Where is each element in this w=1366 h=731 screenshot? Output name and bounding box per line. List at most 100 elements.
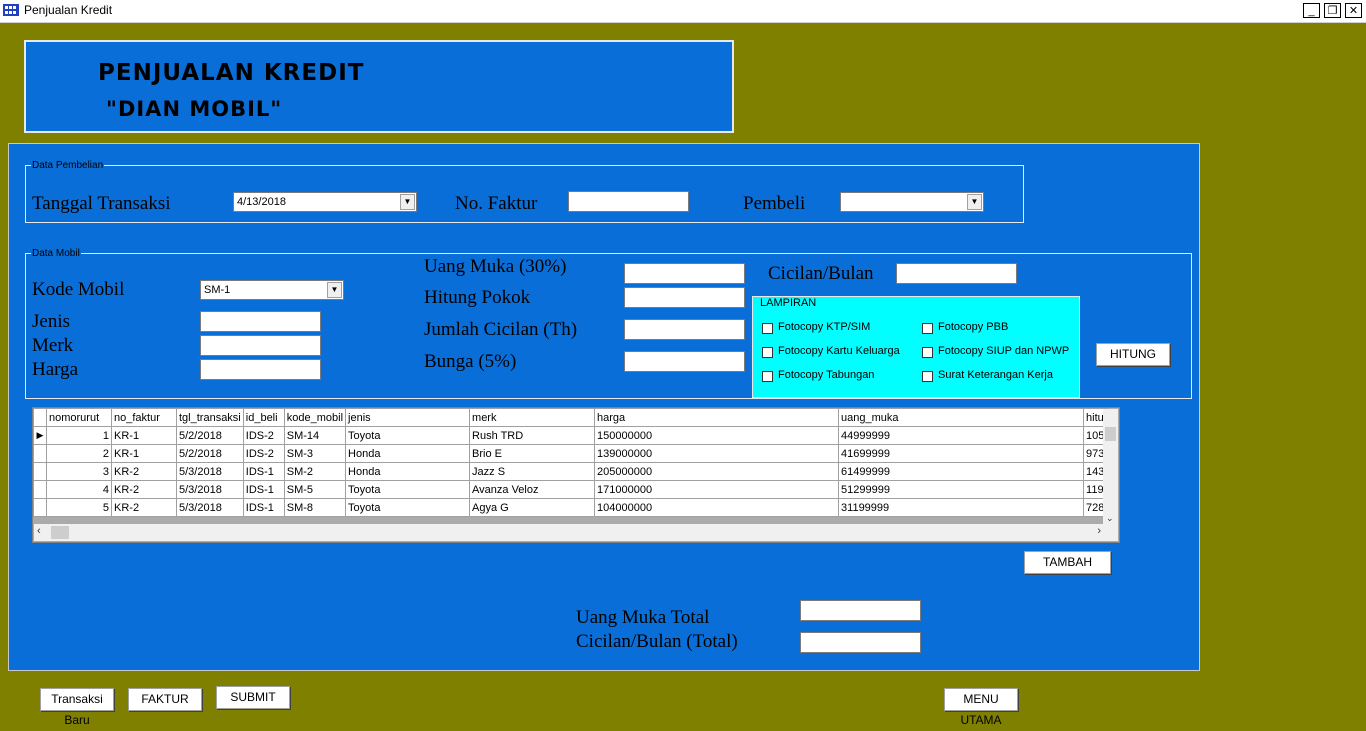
table-cell[interactable]: Toyota bbox=[345, 480, 471, 499]
chevron-down-icon[interactable]: ▼ bbox=[400, 194, 415, 210]
checkbox-ktp-sim[interactable] bbox=[762, 323, 773, 334]
faktur-button[interactable]: FAKTUR bbox=[128, 688, 202, 711]
chevron-down-icon[interactable]: ▼ bbox=[967, 194, 982, 210]
column-header[interactable]: kode_mobil bbox=[283, 408, 347, 427]
bunga-field[interactable] bbox=[624, 351, 745, 372]
checkbox-pbb[interactable] bbox=[922, 323, 933, 334]
checkbox-surat-keterangan-kerja[interactable] bbox=[922, 371, 933, 382]
transaksi-baru-button[interactable]: Transaksi Baru bbox=[40, 688, 114, 727]
table-cell[interactable]: 150000000 bbox=[594, 426, 840, 445]
table-cell[interactable]: Jazz S bbox=[469, 462, 596, 481]
restore-button[interactable]: ❐ bbox=[1324, 3, 1341, 18]
table-cell[interactable]: Avanza Veloz bbox=[469, 480, 596, 499]
kode-mobil-select[interactable]: SM-1 ▼ bbox=[200, 280, 344, 300]
table-cell[interactable]: IDS-1 bbox=[242, 462, 285, 481]
table-cell[interactable]: 5/3/2018 bbox=[176, 462, 244, 481]
checkbox-kartu-keluarga[interactable] bbox=[762, 347, 773, 358]
table-row[interactable]: ▶ 1 KR-1 5/2/2018 IDS-2 SM-14 Toyota Rus… bbox=[33, 426, 1109, 445]
table-cell[interactable]: KR-2 bbox=[111, 480, 177, 499]
close-button[interactable]: ✕ bbox=[1345, 3, 1362, 18]
table-cell[interactable]: IDS-2 bbox=[242, 444, 285, 463]
table-cell[interactable]: 5 bbox=[46, 498, 112, 517]
table-cell[interactable]: 61499999 bbox=[838, 462, 1085, 481]
checkbox-tabungan[interactable] bbox=[762, 371, 773, 382]
chevron-down-icon[interactable]: ⌄ bbox=[1106, 513, 1114, 524]
table-cell[interactable]: 104000000 bbox=[594, 498, 840, 517]
merk-field[interactable] bbox=[200, 335, 321, 356]
row-selector[interactable] bbox=[33, 498, 47, 517]
vertical-scrollbar[interactable]: ⌄ bbox=[1103, 409, 1118, 526]
table-cell[interactable]: Toyota bbox=[345, 498, 471, 517]
table-cell[interactable]: Honda bbox=[345, 462, 471, 481]
table-cell[interactable]: IDS-1 bbox=[242, 480, 285, 499]
table-cell[interactable]: Brio E bbox=[469, 444, 596, 463]
table-cell[interactable]: Agya G bbox=[469, 498, 596, 517]
table-cell[interactable]: SM-2 bbox=[283, 462, 347, 481]
table-row[interactable]: 2 KR-1 5/2/2018 IDS-2 SM-3 Honda Brio E … bbox=[33, 444, 1109, 463]
column-header[interactable]: nomorurut bbox=[46, 408, 112, 427]
table-cell[interactable]: SM-3 bbox=[283, 444, 347, 463]
table-cell[interactable]: 31199999 bbox=[838, 498, 1085, 517]
column-header[interactable]: harga bbox=[594, 408, 840, 427]
table-cell[interactable]: Toyota bbox=[345, 426, 471, 445]
table-cell[interactable]: 2 bbox=[46, 444, 112, 463]
chevron-down-icon[interactable]: ▼ bbox=[327, 282, 342, 298]
table-cell[interactable]: SM-14 bbox=[283, 426, 347, 445]
column-header[interactable]: tgl_transaksi bbox=[176, 408, 244, 427]
table-cell[interactable]: 5/3/2018 bbox=[176, 480, 244, 499]
table-cell[interactable]: 5/2/2018 bbox=[176, 444, 244, 463]
table-cell[interactable]: 5/2/2018 bbox=[176, 426, 244, 445]
chevron-right-icon[interactable]: › bbox=[1097, 525, 1101, 537]
data-grid[interactable]: nomorurut no_faktur tgl_transaksi id_bel… bbox=[32, 407, 1120, 543]
vertical-scroll-thumb[interactable] bbox=[1105, 427, 1116, 441]
jenis-field[interactable] bbox=[200, 311, 321, 332]
uang-muka-field[interactable] bbox=[624, 263, 745, 284]
table-cell[interactable]: 3 bbox=[46, 462, 112, 481]
tambah-button[interactable]: TAMBAH bbox=[1024, 551, 1111, 574]
cicilan-total-field[interactable] bbox=[800, 632, 921, 653]
hitung-button[interactable]: HITUNG bbox=[1096, 343, 1170, 366]
table-cell[interactable]: 1 bbox=[46, 426, 112, 445]
row-selector[interactable] bbox=[33, 480, 47, 499]
table-cell[interactable]: SM-5 bbox=[283, 480, 347, 499]
table-cell[interactable]: KR-1 bbox=[111, 444, 177, 463]
table-cell[interactable]: 171000000 bbox=[594, 480, 840, 499]
table-cell[interactable]: KR-2 bbox=[111, 498, 177, 517]
column-header[interactable]: jenis bbox=[345, 408, 471, 427]
table-cell[interactable]: Rush TRD bbox=[469, 426, 596, 445]
jumlah-cicilan-field[interactable] bbox=[624, 319, 745, 340]
uang-muka-total-field[interactable] bbox=[800, 600, 921, 621]
row-selector[interactable] bbox=[33, 462, 47, 481]
table-row[interactable]: 3 KR-2 5/3/2018 IDS-1 SM-2 Honda Jazz S … bbox=[33, 462, 1109, 481]
table-cell[interactable]: SM-8 bbox=[283, 498, 347, 517]
horizontal-scrollbar[interactable]: ‹ › bbox=[34, 524, 1104, 541]
pembeli-select[interactable]: ▼ bbox=[840, 192, 984, 212]
table-cell[interactable]: Honda bbox=[345, 444, 471, 463]
horizontal-scroll-thumb[interactable] bbox=[51, 526, 69, 539]
table-cell[interactable]: 205000000 bbox=[594, 462, 840, 481]
table-row[interactable]: 4 KR-2 5/3/2018 IDS-1 SM-5 Toyota Avanza… bbox=[33, 480, 1109, 499]
table-cell[interactable]: IDS-1 bbox=[242, 498, 285, 517]
table-cell[interactable]: 139000000 bbox=[594, 444, 840, 463]
no-faktur-field[interactable] bbox=[568, 191, 689, 212]
row-selector[interactable] bbox=[33, 444, 47, 463]
hitung-pokok-field[interactable] bbox=[624, 287, 745, 308]
table-cell[interactable]: KR-2 bbox=[111, 462, 177, 481]
table-cell[interactable]: 44999999 bbox=[838, 426, 1085, 445]
checkbox-siup-npwp[interactable] bbox=[922, 347, 933, 358]
table-cell[interactable]: IDS-2 bbox=[242, 426, 285, 445]
tanggal-transaksi-picker[interactable]: 4/13/2018 ▼ bbox=[233, 192, 417, 212]
column-header[interactable]: id_beli bbox=[242, 408, 285, 427]
table-cell[interactable]: 51299999 bbox=[838, 480, 1085, 499]
submit-button[interactable]: SUBMIT bbox=[216, 686, 290, 709]
table-cell[interactable]: 5/3/2018 bbox=[176, 498, 244, 517]
menu-utama-button[interactable]: MENU UTAMA bbox=[944, 688, 1018, 727]
column-header[interactable]: no_faktur bbox=[111, 408, 177, 427]
column-header[interactable]: uang_muka bbox=[838, 408, 1085, 427]
table-cell[interactable]: KR-1 bbox=[111, 426, 177, 445]
cicilan-bulan-field[interactable] bbox=[896, 263, 1017, 284]
table-cell[interactable]: 41699999 bbox=[838, 444, 1085, 463]
harga-field[interactable] bbox=[200, 359, 321, 380]
table-cell[interactable]: 4 bbox=[46, 480, 112, 499]
minimize-button[interactable]: _ bbox=[1303, 3, 1320, 18]
